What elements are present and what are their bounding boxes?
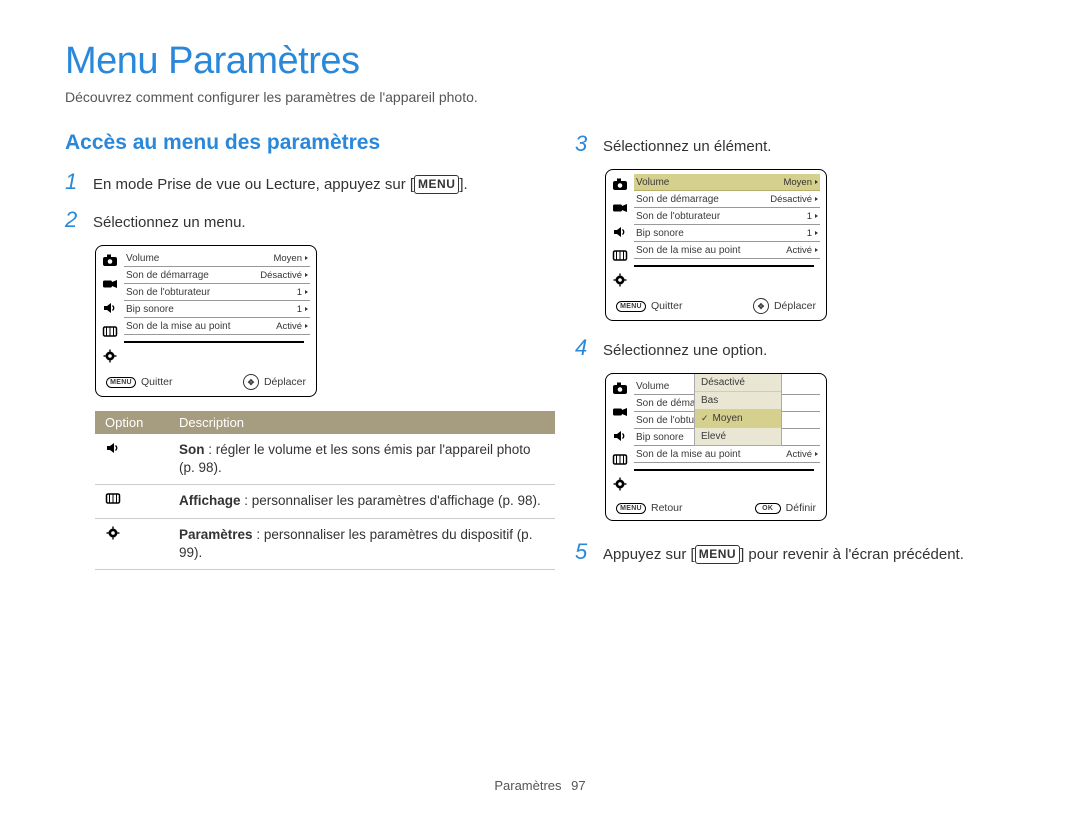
step-5-text-pre: Appuyez sur [ xyxy=(603,546,695,563)
step-5: 5 Appuyez sur [MENU] pour revenir à l'éc… xyxy=(575,539,1015,565)
camera-screen-step-2: VolumeMoyen Son de démarrageDésactivé So… xyxy=(95,245,317,397)
page-title: Menu Paramètres xyxy=(65,40,1015,83)
table-row: Affichage : personnaliser les paramètres… xyxy=(95,485,555,518)
screen-row: Son de démarrageDésactivé xyxy=(634,191,820,208)
sound-icon xyxy=(611,224,629,239)
section-heading: Accès au menu des paramètres xyxy=(65,131,515,155)
screen-row-selected: VolumeMoyen xyxy=(634,174,820,191)
menu-pill-icon: MENU xyxy=(616,503,646,514)
gear-icon xyxy=(101,348,119,363)
chevron-right-icon xyxy=(815,214,818,218)
step-4: 4 Sélectionnez une option. xyxy=(575,335,1015,361)
camera-icon xyxy=(611,380,629,395)
chevron-right-icon xyxy=(815,197,818,201)
footer-quit-label: Quitter xyxy=(141,376,173,388)
camera-icon xyxy=(611,176,629,191)
footer-back-label: Retour xyxy=(651,502,683,514)
check-icon: ✓ xyxy=(701,413,709,424)
chevron-right-icon xyxy=(305,256,308,260)
table-row: Paramètres : personnaliser les paramètre… xyxy=(95,518,555,569)
camera-screen-step-3: VolumeMoyen Son de démarrageDésactivé So… xyxy=(605,169,827,321)
menu-pill-icon: MENU xyxy=(616,301,646,312)
gear-icon xyxy=(105,526,159,540)
screen-rows: VolumeMoyen Son de démarrageDésactivé So… xyxy=(124,246,316,369)
step-number: 3 xyxy=(575,131,603,157)
sound-icon xyxy=(101,300,119,315)
chevron-right-icon xyxy=(815,231,818,235)
step-2-text: Sélectionnez un menu. xyxy=(93,212,515,233)
screen-row: Son de l'obturateur1 xyxy=(634,208,820,225)
footer-move-label: Déplacer xyxy=(774,300,816,312)
page-subtitle: Découvrez comment configurer les paramèt… xyxy=(65,89,1015,105)
footer-quit-label: Quitter xyxy=(651,300,683,312)
video-icon xyxy=(611,200,629,215)
chevron-right-icon xyxy=(815,180,818,184)
chevron-right-icon xyxy=(305,324,308,328)
screen-row: Son de la mise au pointActivé xyxy=(634,446,820,463)
chevron-right-icon xyxy=(815,248,818,252)
chevron-right-icon xyxy=(305,307,308,311)
camera-screen-step-4: Volume Son de déma Son de l'obtu Bip son… xyxy=(605,373,827,521)
sound-icon xyxy=(611,428,629,443)
menu-button-label: MENU xyxy=(414,175,459,194)
dropdown-option: Bas xyxy=(695,392,781,410)
screen-row: Son de la mise au pointActivé xyxy=(634,242,820,259)
table-header-description: Description xyxy=(169,411,555,434)
footer-move-label: Déplacer xyxy=(264,376,306,388)
display-icon xyxy=(105,492,159,506)
step-number: 2 xyxy=(65,207,93,233)
display-icon xyxy=(101,324,119,339)
table-header-option: Option xyxy=(95,411,169,434)
page-footer: Paramètres 97 xyxy=(0,778,1080,793)
screen-row: VolumeMoyen xyxy=(124,250,310,267)
chevron-right-icon xyxy=(305,273,308,277)
nav-cross-icon: ✥ xyxy=(243,374,259,390)
step-number: 4 xyxy=(575,335,603,361)
step-1-text-post: ]. xyxy=(459,176,467,193)
video-icon xyxy=(101,276,119,291)
footer-section-label: Paramètres xyxy=(494,778,561,793)
screen-side-icons xyxy=(96,246,124,369)
menu-button-label: MENU xyxy=(695,545,740,564)
screen-side-icons xyxy=(606,170,634,293)
table-row: Son : régler le volume et les sons émis … xyxy=(95,434,555,485)
nav-cross-icon: ✥ xyxy=(753,298,769,314)
screen-row: Son de démarrageDésactivé xyxy=(124,267,310,284)
step-1: 1 En mode Prise de vue ou Lecture, appuy… xyxy=(65,169,515,195)
footer-page-number: 97 xyxy=(571,778,585,793)
screen-footer: MENU Quitter ✥ Déplacer xyxy=(96,369,316,396)
gear-icon xyxy=(611,272,629,287)
sound-icon xyxy=(105,441,159,455)
screen-row: Son de l'obturateur1 xyxy=(124,284,310,301)
ok-pill-icon: OK xyxy=(755,503,781,514)
step-1-text-pre: En mode Prise de vue ou Lecture, appuyez… xyxy=(93,176,414,193)
step-number: 5 xyxy=(575,539,603,565)
dropdown-option: Elevé xyxy=(695,428,781,445)
display-icon xyxy=(611,248,629,263)
options-table: Option Description Son : régler le volum… xyxy=(95,411,555,570)
step-5-text-post: ] pour revenir à l'écran précédent. xyxy=(740,546,964,563)
step-2: 2 Sélectionnez un menu. xyxy=(65,207,515,233)
gear-icon xyxy=(611,476,629,491)
chevron-right-icon xyxy=(305,290,308,294)
camera-icon xyxy=(101,252,119,267)
footer-set-label: Définir xyxy=(786,502,816,514)
step-4-text: Sélectionnez une option. xyxy=(603,340,1015,361)
screen-row: Son de la mise au pointActivé xyxy=(124,318,310,335)
dropdown-panel: Désactivé Bas ✓Moyen Elevé xyxy=(694,373,782,446)
menu-pill-icon: MENU xyxy=(106,377,136,388)
chevron-right-icon xyxy=(815,452,818,456)
video-icon xyxy=(611,404,629,419)
step-3: 3 Sélectionnez un élément. xyxy=(575,131,1015,157)
step-3-text: Sélectionnez un élément. xyxy=(603,136,1015,157)
step-number: 1 xyxy=(65,169,93,195)
screen-row: Bip sonore1 xyxy=(634,225,820,242)
display-icon xyxy=(611,452,629,467)
dropdown-option: Désactivé xyxy=(695,374,781,392)
screen-row: Bip sonore1 xyxy=(124,301,310,318)
dropdown-option-selected: ✓Moyen xyxy=(695,410,781,428)
